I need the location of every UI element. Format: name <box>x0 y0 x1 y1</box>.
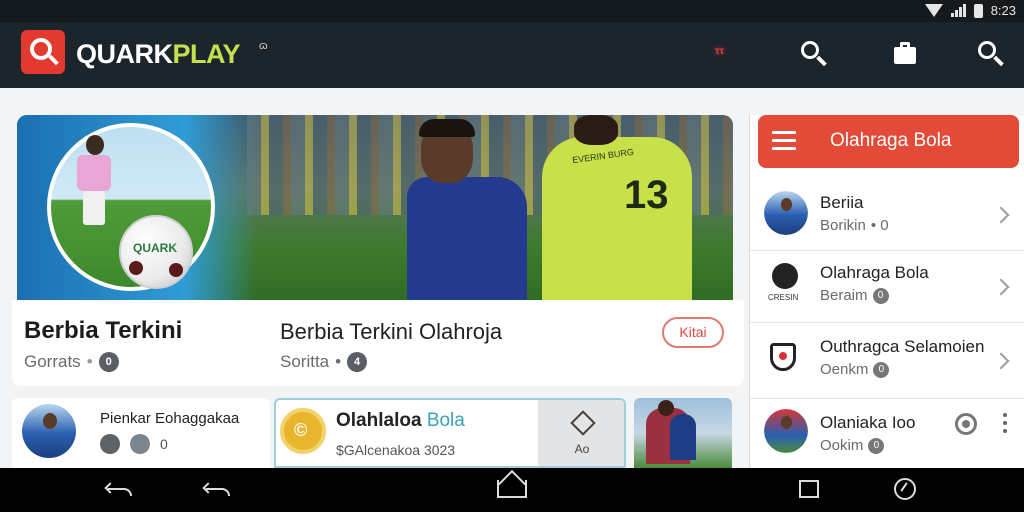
separator-dot: • <box>335 352 342 371</box>
sidebar-item-sub-text: Ookim <box>820 437 864 454</box>
globe-icon <box>130 434 150 454</box>
sidebar-item[interactable]: Olaniaka Ioo Ookim 0 <box>750 405 1024 468</box>
sidebar-item-sub-text: Borikin <box>820 217 866 234</box>
hero-info[interactable]: Berbia Terkini Gorrats • 0 Berbia Terkin… <box>12 300 744 386</box>
chevron-right-icon <box>992 352 1010 370</box>
app-logo-icon[interactable] <box>21 30 65 74</box>
trophy-icon <box>100 434 120 454</box>
diamond-icon <box>570 410 596 436</box>
news-card-highlighted[interactable]: © Olahlaloa Bola $GAlcenakoa 3023 Ao <box>274 398 626 468</box>
target-icon[interactable] <box>955 413 977 435</box>
card-title-highlight: Bola <box>426 410 465 431</box>
assistant-icon[interactable] <box>890 478 920 502</box>
news-card[interactable]: Pienkar Eohaggakaa 0 <box>12 398 270 468</box>
player-image <box>71 135 117 225</box>
sidebar-item[interactable]: Beriia Borikin • 0 <box>750 179 1024 251</box>
brand-name: QUARKPLAY <box>76 39 241 70</box>
hero-meta: Gorrats • 0 <box>24 352 119 372</box>
sidebar: Olahraga Bola Beriia Borikin • 0 CRESIN … <box>749 115 1024 468</box>
tag-button[interactable]: Kitai <box>662 317 724 348</box>
hero-title-2: Berbia Terkini Olahroja <box>280 319 503 344</box>
hero-banner[interactable]: QUARK EVERIN BURG 13 <box>17 115 733 303</box>
sidebar-item-title: Beriia <box>820 193 864 212</box>
card-subtitle: $GAlcenakoa 3023 <box>336 442 456 458</box>
status-bar: 8:23 <box>0 0 1024 22</box>
chevron-right-icon <box>992 278 1010 296</box>
separator-dot: • <box>86 352 93 371</box>
status-icons: 8:23 <box>924 3 1016 18</box>
shield-icon <box>770 343 796 371</box>
live-indicator: ττ <box>715 46 724 57</box>
sidebar-title: Olahraga Bola <box>830 130 952 151</box>
menu-icon[interactable] <box>772 131 796 151</box>
sidebar-item-title: Olahraga Bola <box>820 263 929 282</box>
player-image: EVERIN BURG 13 <box>532 115 702 303</box>
sidebar-item[interactable]: Outhragca Selamoien Oenkm 0 <box>750 323 1024 399</box>
hero-title: Berbia Terkini <box>24 317 183 344</box>
card-action-label: Ao <box>574 442 590 456</box>
sidebar-item-badge: 0 <box>873 361 890 378</box>
app-bar: QUARKPLAY ɷ ττ <box>0 22 1024 88</box>
hero-meta-2: Soritta • 4 <box>280 352 368 372</box>
sidebar-item-sub-text: Beraim <box>820 287 868 304</box>
card-count: 0 <box>160 436 168 452</box>
brand-part2: PLAY <box>172 39 241 69</box>
sidebar-item-sub: Borikin • 0 <box>820 217 889 234</box>
sidebar-item-title: Outhragca Selamoien <box>820 337 985 356</box>
avatar <box>22 404 76 458</box>
sidebar-item-sub: Beraim 0 <box>820 287 889 304</box>
hero-meta2-text: Soritta <box>280 352 330 371</box>
club-logo-icon: © <box>280 408 326 454</box>
recent-apps-icon[interactable] <box>795 478 825 502</box>
card-title-bold: Olahlaloa <box>336 410 422 431</box>
back-icon[interactable] <box>104 478 134 502</box>
hero-meta-badge: 0 <box>98 352 119 372</box>
wifi-icon <box>924 4 943 17</box>
avatar <box>764 409 808 453</box>
card-title: Pienkar Eohaggakaa <box>100 410 240 427</box>
card-meta: 0 <box>100 434 168 454</box>
back-icon[interactable] <box>202 478 232 502</box>
sidebar-item-sub: Oenkm 0 <box>820 361 890 378</box>
search-icon[interactable] <box>975 38 1007 70</box>
crest-label: CRESIN <box>768 293 799 302</box>
sidebar-item-title: Olaniaka Ioo <box>820 413 916 432</box>
card-title: Olahlaloa Bola <box>336 410 465 432</box>
thumbnail-card[interactable] <box>634 398 732 468</box>
hero-meta-text: Gorrats <box>24 352 81 371</box>
brand-part1: QUARK <box>76 39 173 69</box>
sidebar-header[interactable]: Olahraga Bola <box>758 115 1019 168</box>
sidebar-item-badge: 0 <box>868 437 885 454</box>
sidebar-item-sub-text: Oenkm <box>820 361 869 378</box>
battery-icon <box>973 3 983 18</box>
card-action[interactable]: Ao <box>538 400 624 466</box>
home-icon[interactable] <box>497 469 527 502</box>
avatar <box>764 191 808 235</box>
hero-meta2-badge: 4 <box>347 352 368 372</box>
briefcase-icon[interactable] <box>889 38 921 70</box>
sidebar-item-sub: Ookim 0 <box>820 437 885 454</box>
status-time: 8:23 <box>990 3 1016 18</box>
more-options-icon[interactable] <box>1003 413 1007 437</box>
sidebar-item[interactable]: CRESIN Olahraga Bola Beraim 0 <box>750 251 1024 323</box>
jersey-number: 13 <box>624 173 669 217</box>
brand-suffix: ɷ <box>259 40 268 52</box>
system-nav-bar <box>0 468 1024 512</box>
sidebar-item-sub-extra: • 0 <box>870 217 889 234</box>
search-icon[interactable] <box>798 38 830 70</box>
ball-text: QUARK <box>133 241 177 255</box>
player-image <box>407 119 527 303</box>
chevron-right-icon <box>992 206 1010 224</box>
soccer-ball-icon <box>772 263 798 289</box>
signal-icon <box>950 4 966 17</box>
soccer-ball-icon: QUARK <box>119 215 193 289</box>
sidebar-item-badge: 0 <box>872 287 889 304</box>
